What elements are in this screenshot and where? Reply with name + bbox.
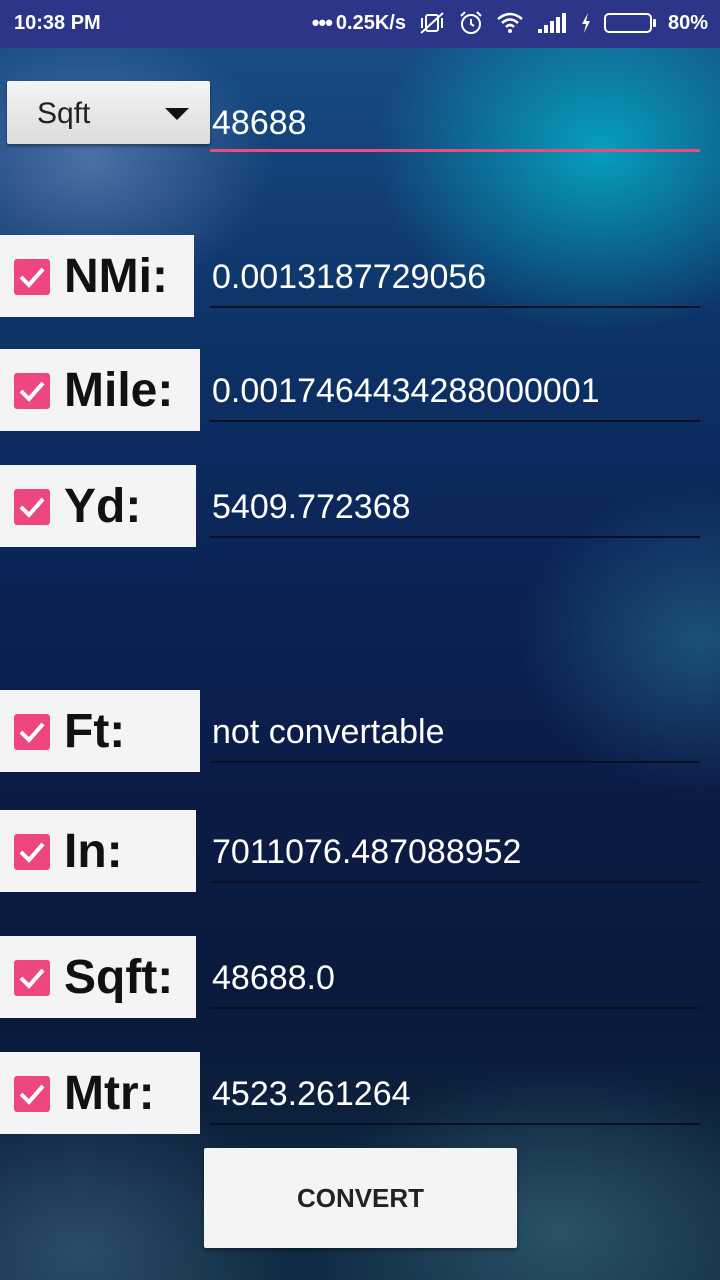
battery-icon xyxy=(603,13,656,33)
checkmark-icon xyxy=(19,968,45,989)
unit-row-label: Mile: xyxy=(0,349,200,431)
status-time: 10:38 PM xyxy=(14,12,101,34)
unit-row-label: In: xyxy=(0,810,196,892)
mute-vibrate-icon xyxy=(420,12,444,34)
unit-value-field[interactable]: 0.0013187729056 xyxy=(210,248,700,308)
wifi-icon xyxy=(497,12,523,33)
checkmark-icon xyxy=(19,497,45,518)
unit-row-label: Mtr: xyxy=(0,1052,200,1134)
unit-row-label: NMi: xyxy=(0,235,194,317)
unit-label: Ft: xyxy=(64,705,126,758)
network-speed: ••• 0.25K/s xyxy=(312,10,406,36)
unit-checkbox[interactable] xyxy=(14,259,50,295)
amount-input[interactable]: 48688 xyxy=(210,96,700,152)
dots-icon: ••• xyxy=(311,10,333,35)
unit-value-field[interactable]: 0.0017464434288000001 xyxy=(210,362,700,422)
unit-value-field[interactable]: not convertable xyxy=(210,703,700,763)
unit-value-field[interactable]: 48688.0 xyxy=(210,949,700,1009)
checkmark-icon xyxy=(19,842,45,863)
checkmark-icon xyxy=(19,722,45,743)
signal-icon xyxy=(537,13,566,33)
checkmark-icon xyxy=(19,1084,45,1105)
unit-row-label: Yd: xyxy=(0,465,196,547)
checkmark-icon xyxy=(19,267,45,288)
checkmark-icon xyxy=(19,381,45,402)
unit-label: Yd: xyxy=(64,480,142,533)
unit-checkbox[interactable] xyxy=(14,960,50,996)
unit-row-label: Sqft: xyxy=(0,936,196,1018)
unit-value-field[interactable]: 7011076.487088952 xyxy=(210,823,700,883)
unit-label: In: xyxy=(64,825,123,878)
charging-icon xyxy=(581,13,590,33)
unit-label: Mile: xyxy=(64,364,174,417)
convert-button[interactable]: CONVERT xyxy=(204,1148,517,1248)
status-icons: ••• 0.25K/s 80% xyxy=(312,10,708,36)
unit-row-label: Ft: xyxy=(0,690,200,772)
unit-selector-value: Sqft xyxy=(37,97,91,130)
unit-value-field[interactable]: 4523.261264 xyxy=(210,1065,700,1125)
unit-checkbox[interactable] xyxy=(14,834,50,870)
unit-label: NMi: xyxy=(64,250,168,303)
unit-checkbox[interactable] xyxy=(14,1076,50,1112)
network-speed-text: 0.25K/s xyxy=(335,11,406,34)
unit-value-field[interactable]: 5409.772368 xyxy=(210,478,700,538)
unit-checkbox[interactable] xyxy=(14,714,50,750)
unit-selector[interactable]: Sqft xyxy=(7,81,210,144)
alarm-icon xyxy=(460,11,482,34)
battery-percent: 80% xyxy=(667,11,708,34)
unit-checkbox[interactable] xyxy=(14,489,50,525)
unit-label: Mtr: xyxy=(64,1067,155,1120)
dropdown-caret-icon xyxy=(165,108,189,120)
status-bar: 10:38 PM ••• 0.25K/s 80% xyxy=(0,0,720,48)
unit-label: Sqft: xyxy=(64,951,174,1004)
unit-checkbox[interactable] xyxy=(14,373,50,409)
